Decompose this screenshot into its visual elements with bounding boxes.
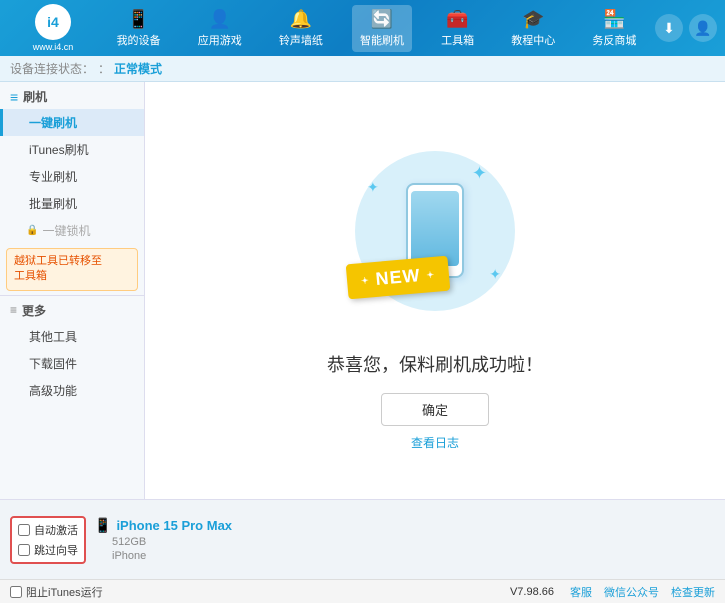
auto-activate-row: 自动激活: [18, 522, 78, 538]
sidebar-item-batch-flash[interactable]: 批量刷机: [0, 190, 144, 217]
pro-flash-label: 专业刷机: [29, 170, 77, 184]
phone-screen: [411, 191, 459, 266]
device-storage: 512GB: [94, 536, 232, 548]
more-section-icon: ≡: [10, 303, 17, 317]
sidebar-notice: 越狱工具已转移至工具箱: [6, 248, 138, 291]
flash-section-label: 刷机: [23, 88, 47, 105]
apps-label: 应用游戏: [198, 32, 242, 48]
top-bar: i4 www.i4.cn 📱 我的设备 👤 应用游戏 🔔 铃声墙纸 🔄 智能刷机…: [0, 0, 725, 56]
device-type: iPhone: [94, 550, 232, 562]
sparkle-bottom-right: ✦: [489, 266, 501, 283]
other-tools-label: 其他工具: [29, 330, 77, 344]
ringtones-label: 铃声墙纸: [279, 32, 323, 48]
lock-icon: 🔒: [26, 225, 38, 236]
download-fw-label: 下载固件: [29, 357, 77, 371]
main-layout: ≡ 刷机 一键刷机 iTunes刷机 专业刷机 批量刷机 🔒 一键锁机 越狱工具…: [0, 82, 725, 499]
auto-activate-label: 自动激活: [34, 522, 78, 538]
phone-illustration: ✦ ✦ ✦ ✦ NEW ✦: [335, 131, 535, 331]
nav-my-device[interactable]: 📱 我的设备: [109, 5, 169, 52]
notice-text: 越狱工具已转移至工具箱: [14, 255, 102, 282]
skip-guide-checkbox[interactable]: [18, 544, 30, 556]
new-badge-text: NEW: [375, 265, 422, 289]
itunes-label: 阻止iTunes运行: [26, 584, 103, 600]
nav-tutorial[interactable]: 🎓 教程中心: [503, 5, 563, 52]
nav-ringtones[interactable]: 🔔 铃声墙纸: [271, 5, 331, 52]
more-section-label: 更多: [22, 302, 46, 319]
toolbox-icon: 🧰: [446, 9, 468, 30]
skip-guide-row: 跳过向导: [18, 542, 78, 558]
top-right-controls: ⬇ 👤: [655, 14, 717, 42]
batch-flash-label: 批量刷机: [29, 197, 77, 211]
sidebar-item-itunes-flash[interactable]: iTunes刷机: [0, 136, 144, 163]
toolbox-label: 工具箱: [441, 32, 474, 48]
itunes-flash-label: iTunes刷机: [29, 143, 89, 157]
itunes-checkbox[interactable]: [10, 586, 22, 598]
nav-service[interactable]: 🏪 务反商城: [584, 5, 644, 52]
logo-text: i4: [47, 14, 59, 30]
tutorial-icon: 🎓: [522, 9, 544, 30]
logo: i4 www.i4.cn: [8, 4, 98, 52]
wechat-link[interactable]: 微信公众号: [604, 584, 659, 600]
status-value: 正常模式: [114, 60, 162, 77]
advanced-label: 高级功能: [29, 384, 77, 398]
auto-activate-checkbox[interactable]: [18, 524, 30, 536]
apps-icon: 👤: [208, 9, 230, 30]
sparkle-top-right: ✦: [472, 163, 487, 184]
my-device-label: 我的设备: [117, 32, 161, 48]
flash-section-icon: ≡: [10, 89, 18, 105]
one-key-flash-label: 一键刷机: [29, 116, 77, 130]
logo-url: www.i4.cn: [33, 42, 74, 52]
check-update-link[interactable]: 检查更新: [671, 584, 715, 600]
itunes-check: 阻止iTunes运行: [10, 584, 103, 600]
nav-apps-games[interactable]: 👤 应用游戏: [190, 5, 250, 52]
device-name-row: 📱 iPhone 15 Pro Max: [94, 517, 232, 534]
bottom-bar: 阻止iTunes运行 V7.98.66 客服 微信公众号 检查更新: [0, 579, 725, 603]
status-bar: 设备连接状态： ： 正常模式: [0, 56, 725, 82]
device-name-text: iPhone 15 Pro Max: [116, 518, 232, 533]
service-label: 务反商城: [592, 32, 636, 48]
sidebar-more-header: ≡ 更多: [0, 295, 144, 323]
download-button[interactable]: ⬇: [655, 14, 683, 42]
tutorial-label: 教程中心: [511, 32, 555, 48]
sidebar-item-advanced[interactable]: 高级功能: [0, 377, 144, 404]
customer-service-link[interactable]: 客服: [570, 584, 592, 600]
device-info: 📱 iPhone 15 Pro Max 512GB iPhone: [94, 517, 232, 562]
sidebar: ≡ 刷机 一键刷机 iTunes刷机 专业刷机 批量刷机 🔒 一键锁机 越狱工具…: [0, 82, 145, 499]
sidebar-item-download-fw[interactable]: 下载固件: [0, 350, 144, 377]
sparkle-top-left: ✦: [367, 179, 379, 196]
skip-guide-label: 跳过向导: [34, 542, 78, 558]
nav-toolbox[interactable]: 🧰 工具箱: [433, 5, 482, 52]
sidebar-item-one-key-flash[interactable]: 一键刷机: [0, 109, 144, 136]
nav-smart-flash[interactable]: 🔄 智能刷机: [352, 5, 412, 52]
my-device-icon: 📱: [127, 9, 149, 30]
nav-items: 📱 我的设备 👤 应用游戏 🔔 铃声墙纸 🔄 智能刷机 🧰 工具箱 🎓 教程中心…: [98, 5, 655, 52]
smart-flash-icon: 🔄: [371, 9, 393, 30]
sidebar-item-other-tools[interactable]: 其他工具: [0, 323, 144, 350]
device-bar: 自动激活 跳过向导 📱 iPhone 15 Pro Max 512GB iPho…: [0, 499, 725, 579]
version-text: V7.98.66: [510, 586, 554, 598]
status-label: 设备连接状态：: [10, 60, 94, 77]
content-area: ✦ ✦ ✦ ✦ NEW ✦ 恭喜您，保料刷机成功啦！ 确定 查看日志: [145, 82, 725, 499]
smart-flash-label: 智能刷机: [360, 32, 404, 48]
lock-label: 一键锁机: [42, 222, 90, 239]
ringtones-icon: 🔔: [290, 9, 312, 30]
new-badge: ✦ NEW ✦: [346, 255, 451, 299]
logo-icon: i4: [35, 4, 71, 40]
success-message: 恭喜您，保料刷机成功啦！: [327, 351, 543, 377]
sidebar-item-lock: 🔒 一键锁机: [0, 217, 144, 244]
service-icon: 🏪: [603, 9, 625, 30]
device-checkboxes: 自动激活 跳过向导: [10, 516, 86, 564]
device-phone-icon: 📱: [94, 517, 111, 534]
confirm-button[interactable]: 确定: [381, 393, 489, 426]
sidebar-flash-header: ≡ 刷机: [0, 82, 144, 109]
user-button[interactable]: 👤: [689, 14, 717, 42]
log-link[interactable]: 查看日志: [411, 434, 459, 451]
illustration-circle: ✦ ✦ ✦ ✦ NEW ✦: [355, 151, 515, 311]
sidebar-item-pro-flash[interactable]: 专业刷机: [0, 163, 144, 190]
